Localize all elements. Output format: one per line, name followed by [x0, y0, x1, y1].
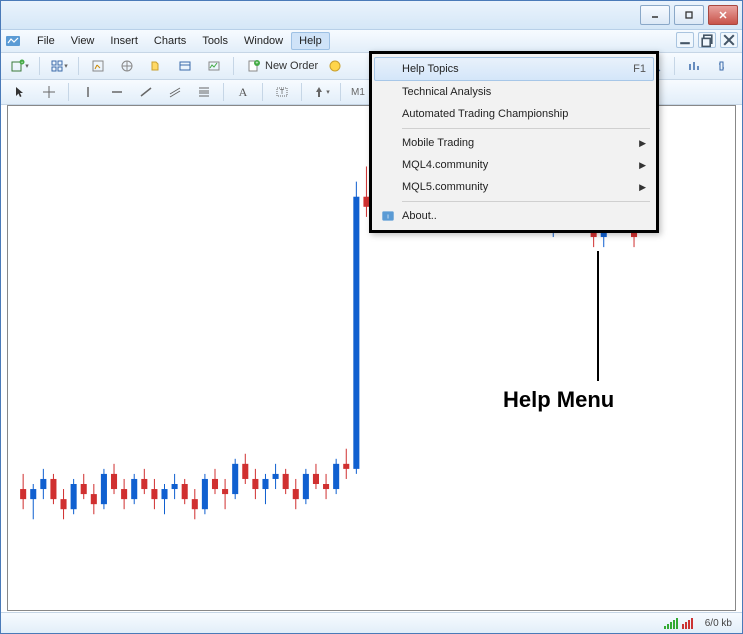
market-watch-button[interactable] [85, 55, 111, 77]
help-menu-item[interactable]: MQL4.community ▶ [374, 154, 654, 176]
help-dropdown: Help Topics F1 Technical Analysis Automated… [369, 51, 659, 233]
minimize-button[interactable] [640, 5, 670, 25]
navigator-button[interactable] [114, 55, 140, 77]
mdi-controls [676, 32, 738, 48]
help-menu-item[interactable]: MQL5.community ▶ [374, 176, 654, 198]
new-order-button[interactable]: + New Order [240, 55, 325, 77]
fibonacci-button[interactable] [191, 81, 217, 103]
help-menu-item[interactable]: i About.. [374, 205, 654, 227]
separator [340, 83, 341, 101]
menu-tools[interactable]: Tools [194, 32, 236, 50]
annotation-label: Help Menu [503, 387, 614, 413]
traffic-label: 6/0 kb [705, 618, 732, 629]
separator [78, 57, 79, 75]
menu-help[interactable]: Help [291, 32, 330, 50]
annotation-line [597, 251, 599, 381]
menu-item-label: About.. [402, 210, 437, 222]
mdi-minimize-button[interactable] [676, 32, 694, 48]
close-button[interactable] [708, 5, 738, 25]
maximize-button[interactable] [674, 5, 704, 25]
arrows-button[interactable]: ▾ [308, 81, 334, 103]
menu-item-label: Technical Analysis [402, 86, 491, 98]
menu-window[interactable]: Window [236, 32, 291, 50]
mdi-close-button[interactable] [720, 32, 738, 48]
crosshair-button[interactable] [36, 81, 62, 103]
submenu-arrow-icon: ▶ [639, 160, 646, 171]
data-window-button[interactable] [143, 55, 169, 77]
menubar: File View Insert Charts Tools Window Hel… [1, 30, 742, 53]
menu-item-label: MQL4.community [402, 159, 488, 171]
svg-text:T: T [280, 89, 285, 96]
shortcut-label: F1 [633, 63, 646, 75]
text-button[interactable]: A [230, 81, 256, 103]
vertical-line-button[interactable] [75, 81, 101, 103]
text-label-button[interactable]: T [269, 81, 295, 103]
help-menu-item[interactable]: Help Topics F1 [374, 57, 654, 81]
menu-view[interactable]: View [63, 32, 103, 50]
new-chart-button[interactable]: +▾ [7, 55, 33, 77]
strategy-tester-button[interactable] [201, 55, 227, 77]
horizontal-line-button[interactable] [104, 81, 130, 103]
channel-button[interactable] [162, 81, 188, 103]
trendline-button[interactable] [133, 81, 159, 103]
app-window: File View Insert Charts Tools Window Hel… [0, 0, 743, 634]
autotrading-icon [328, 59, 342, 73]
separator [68, 83, 69, 101]
separator [223, 83, 224, 101]
statusbar: 6/0 kb [1, 612, 742, 633]
terminal-button[interactable] [172, 55, 198, 77]
submenu-arrow-icon: ▶ [639, 182, 646, 193]
menu-separator [402, 128, 650, 129]
separator [301, 83, 302, 101]
menu-item-label: Automated Trading Championship [402, 108, 568, 120]
chart-tool-button[interactable] [681, 55, 707, 77]
about-icon: i [380, 208, 396, 224]
titlebar [1, 1, 742, 30]
help-menu-item[interactable]: Technical Analysis [374, 81, 654, 103]
mdi-restore-button[interactable] [698, 32, 716, 48]
help-menu-item[interactable]: Mobile Trading ▶ [374, 132, 654, 154]
chart-tool-button[interactable] [710, 55, 736, 77]
connection-icon [664, 617, 693, 629]
menu-charts[interactable]: Charts [146, 32, 194, 50]
separator [674, 57, 675, 75]
new-order-label: New Order [265, 60, 318, 72]
svg-text:+: + [256, 61, 259, 67]
timeframe-label[interactable]: M1 [347, 87, 369, 98]
app-icon [5, 33, 21, 49]
submenu-arrow-icon: ▶ [639, 138, 646, 149]
separator [262, 83, 263, 101]
separator [233, 57, 234, 75]
menu-insert[interactable]: Insert [102, 32, 146, 50]
cursor-button[interactable] [7, 81, 33, 103]
menu-file[interactable]: File [29, 32, 63, 50]
menu-item-label: Help Topics [402, 63, 459, 75]
separator [39, 57, 40, 75]
profiles-button[interactable]: ▾ [46, 55, 72, 77]
menu-item-label: MQL5.community [402, 181, 488, 193]
help-menu-item[interactable]: Automated Trading Championship [374, 103, 654, 125]
menu-separator [402, 201, 650, 202]
menu-item-label: Mobile Trading [402, 137, 474, 149]
